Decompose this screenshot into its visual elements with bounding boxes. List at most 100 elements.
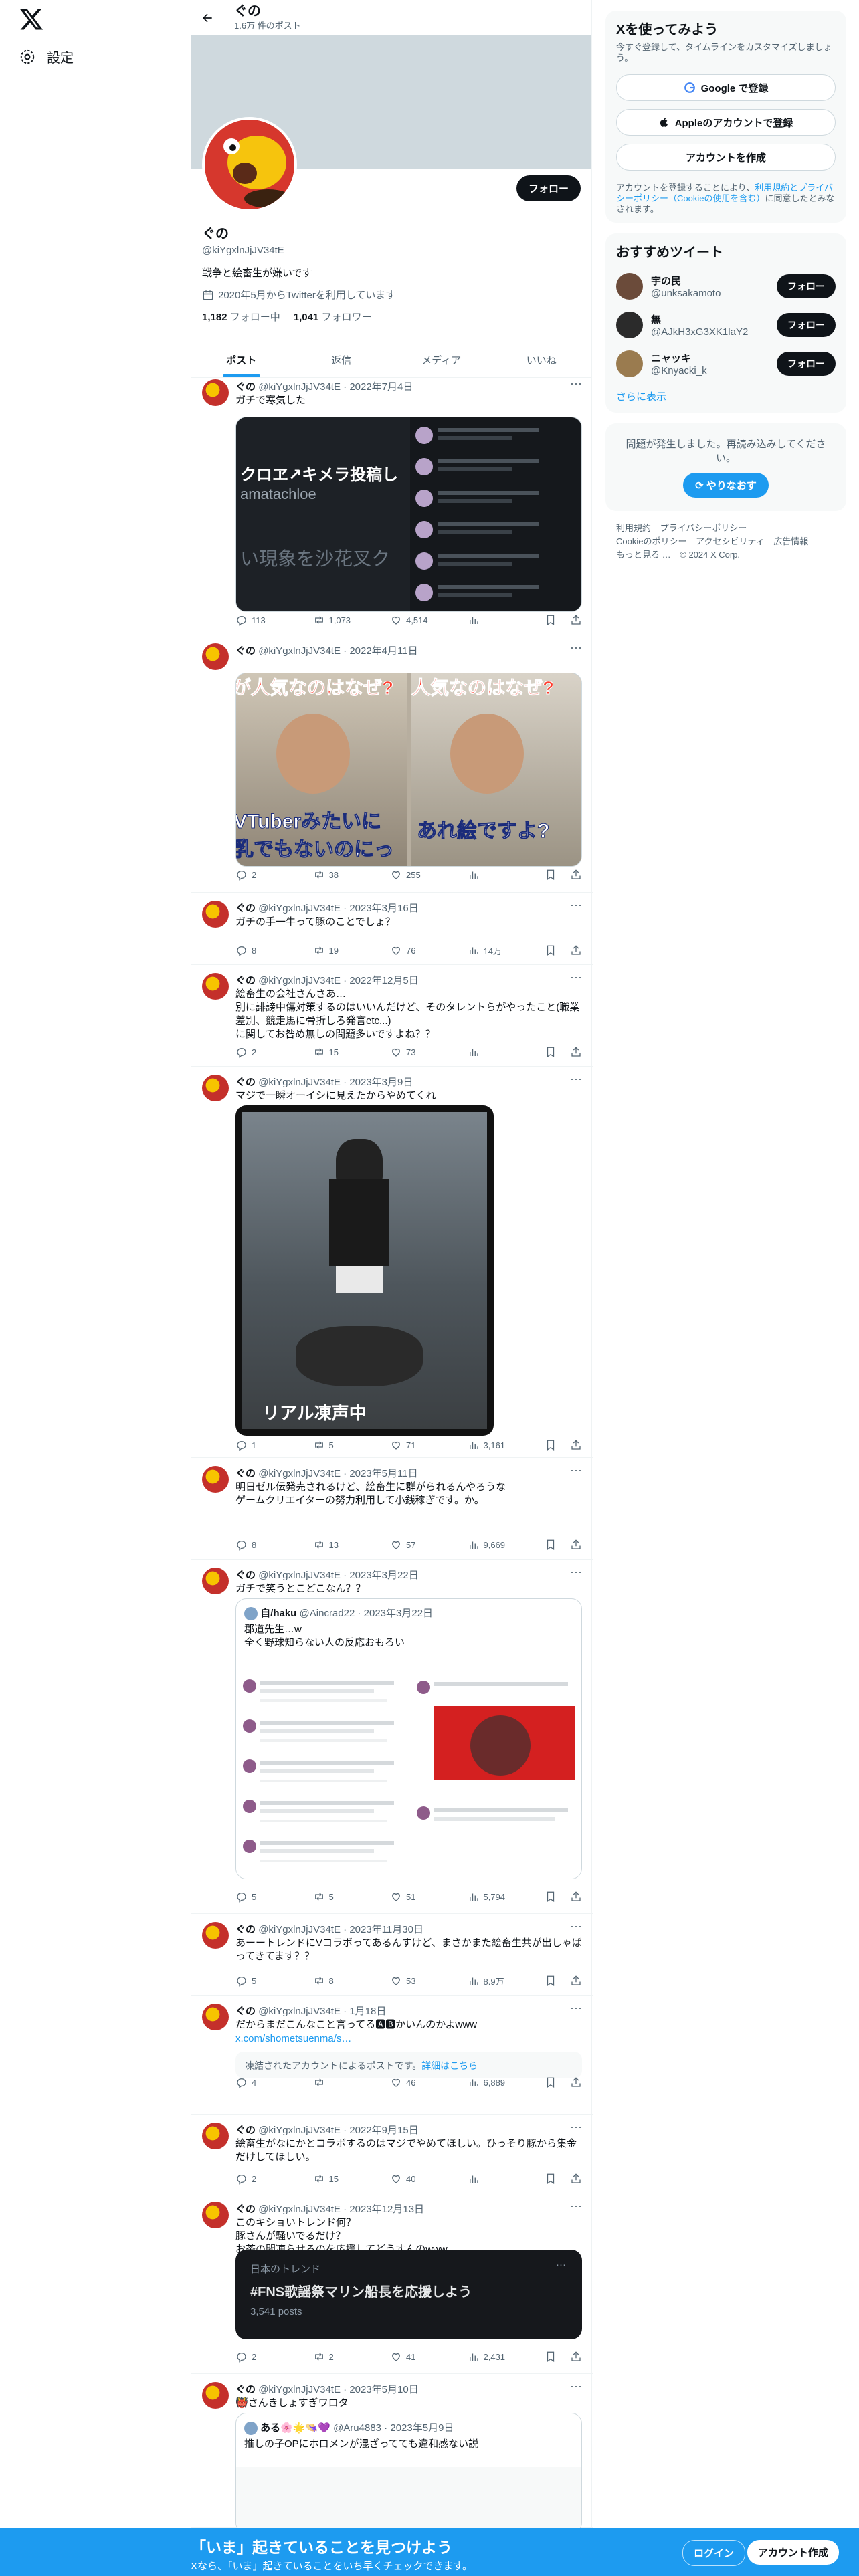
- retweet-button[interactable]: 8: [313, 1975, 391, 1987]
- more-options-icon[interactable]: ···: [570, 641, 582, 655]
- tweet-date[interactable]: 2022年9月15日: [349, 2125, 418, 2136]
- retweet-button[interactable]: 5: [313, 1439, 391, 1451]
- footer-link[interactable]: アクセシビリティ: [696, 536, 765, 546]
- retweet-button[interactable]: 2: [313, 2351, 391, 2363]
- tweet-date[interactable]: 2022年12月5日: [349, 975, 418, 986]
- login-button[interactable]: ログイン: [682, 2540, 746, 2566]
- avatar[interactable]: [202, 1075, 229, 1101]
- avatar[interactable]: [202, 2202, 229, 2228]
- share-icon[interactable]: [570, 1891, 582, 1903]
- more-options-icon[interactable]: ···: [570, 1565, 582, 1579]
- retweet-button[interactable]: 13: [313, 1539, 391, 1551]
- apple-signup-button[interactable]: Appleのアカウントで登録: [616, 109, 836, 136]
- reply-button[interactable]: 113: [235, 614, 313, 626]
- tweet-date[interactable]: 2023年11月30日: [349, 1924, 423, 1935]
- tweet-author-name[interactable]: ぐの: [235, 903, 256, 914]
- tweet-date[interactable]: 2022年4月11日: [349, 645, 417, 657]
- avatar[interactable]: [202, 1466, 229, 1493]
- retweet-button[interactable]: 15: [313, 2173, 391, 2185]
- avatar[interactable]: [202, 2004, 229, 2030]
- tweet[interactable]: ぐの @kiYgxlnJjJV34tE · 2023年3月22日 ··· ガチで笑う…: [191, 1560, 593, 1914]
- tweet[interactable]: ぐの @kiYgxlnJjJV34tE · 2023年5月10日 ··· 👹さんきし…: [191, 2374, 593, 2533]
- tweet-author-handle[interactable]: @kiYgxlnJjJV34tE: [258, 2204, 341, 2215]
- share-icon[interactable]: [570, 2076, 582, 2088]
- tweet-date[interactable]: 1月18日: [349, 2006, 386, 2017]
- more-options-icon[interactable]: ···: [570, 2120, 582, 2134]
- reply-button[interactable]: 1: [235, 1439, 313, 1451]
- tweet[interactable]: ぐの @kiYgxlnJjJV34tE · 2022年4月11日 ··· が人気な…: [191, 635, 593, 893]
- more-options-icon[interactable]: ···: [570, 2379, 582, 2393]
- retry-button[interactable]: ⟳ やりなおす: [683, 473, 769, 498]
- like-button[interactable]: 4,514: [390, 614, 468, 626]
- tweet-author-handle[interactable]: @kiYgxlnJjJV34tE: [258, 1924, 341, 1935]
- share-icon[interactable]: [570, 1975, 582, 1987]
- tweet-author-name[interactable]: ぐの: [235, 2125, 256, 2136]
- footer-link[interactable]: 利用規約: [616, 523, 651, 533]
- x-logo-icon[interactable]: [19, 7, 44, 32]
- footer-link[interactable]: もっと見る …: [616, 550, 671, 560]
- tweet-date[interactable]: 2023年5月10日: [349, 2384, 418, 2395]
- retweet-button[interactable]: 1,073: [313, 614, 391, 626]
- tweet[interactable]: ぐの @kiYgxlnJjJV34tE · 2022年12月5日 ··· 絵畜生の会…: [191, 965, 593, 1067]
- tweet-author-handle[interactable]: @kiYgxlnJjJV34tE: [258, 381, 341, 393]
- like-button[interactable]: 73: [390, 1046, 468, 1058]
- share-icon[interactable]: [570, 2173, 582, 2185]
- tweet-date[interactable]: 2023年3月16日: [349, 903, 418, 914]
- quote-media-image[interactable]: [236, 1673, 409, 1879]
- tweet-author-handle[interactable]: @kiYgxlnJjJV34tE: [258, 645, 341, 657]
- tweet-media-image[interactable]: が人気なのはなぜ? 人気なのはなぜ? VTuberみたいに 乳でもないのにっ あ…: [235, 673, 582, 867]
- bookmark-icon[interactable]: [545, 869, 557, 881]
- tweet-author-name[interactable]: ぐの: [235, 645, 256, 657]
- tweet-author-name[interactable]: ぐの: [235, 2006, 256, 2017]
- tweet-date[interactable]: 2023年12月13日: [349, 2204, 424, 2215]
- tweet[interactable]: ぐの @kiYgxlnJjJV34tE · 1月18日 ··· だからまだこんなこと…: [191, 1996, 593, 2115]
- reply-button[interactable]: 2: [235, 1046, 313, 1058]
- more-options-icon[interactable]: ···: [570, 1919, 582, 1933]
- tweet-author-handle[interactable]: @kiYgxlnJjJV34tE: [258, 903, 341, 914]
- suspended-notice-link[interactable]: 詳細はこちら: [421, 2060, 478, 2071]
- like-button[interactable]: 57: [390, 1539, 468, 1551]
- quote-media-image[interactable]: [410, 1673, 581, 1879]
- reply-button[interactable]: 2: [235, 869, 313, 881]
- google-signup-button[interactable]: Google で登録: [616, 74, 836, 101]
- tweet-author-name[interactable]: ぐの: [235, 975, 256, 986]
- like-button[interactable]: 51: [390, 1891, 468, 1903]
- reply-button[interactable]: 2: [235, 2173, 313, 2185]
- tweet[interactable]: ぐの @kiYgxlnJjJV34tE · 2023年3月16日 ··· ガチの手一…: [191, 893, 593, 965]
- tweet[interactable]: ぐの @kiYgxlnJjJV34tE · 2022年7月4日 ··· ガチで寒気し…: [191, 371, 593, 635]
- create-account-button[interactable]: アカウントを作成: [616, 144, 836, 171]
- follow-button[interactable]: フォロー: [516, 175, 581, 201]
- profile-avatar[interactable]: [202, 117, 297, 212]
- avatar[interactable]: [202, 643, 229, 670]
- footer-link[interactable]: 広告情報: [773, 536, 808, 546]
- more-options-icon[interactable]: ···: [570, 898, 582, 912]
- reply-button[interactable]: 5: [235, 1975, 313, 1987]
- views-button[interactable]: [468, 2173, 545, 2185]
- like-button[interactable]: 40: [390, 2173, 468, 2185]
- like-button[interactable]: 53: [390, 1975, 468, 1987]
- tweet-media-video[interactable]: リアル凍声中: [235, 1105, 494, 1436]
- nav-settings-link[interactable]: 設定: [19, 47, 74, 66]
- tweet-author-handle[interactable]: @kiYgxlnJjJV34tE: [258, 2384, 341, 2395]
- tweet-author-name[interactable]: ぐの: [235, 1077, 256, 1088]
- reply-button[interactable]: 5: [235, 1891, 313, 1903]
- tweet-author-handle[interactable]: @kiYgxlnJjJV34tE: [258, 2006, 341, 2017]
- tweet[interactable]: ぐの @kiYgxlnJjJV34tE · 2022年9月15日 ··· 絵畜生がな…: [191, 2115, 593, 2193]
- retweet-button[interactable]: [313, 2076, 391, 2088]
- more-options-icon[interactable]: ···: [570, 2001, 582, 2015]
- avatar[interactable]: [202, 2123, 229, 2149]
- tweet-author-name[interactable]: ぐの: [235, 1570, 256, 1581]
- avatar[interactable]: [202, 1922, 229, 1949]
- recommended-user[interactable]: 宇の民 @unksakamoto フォロー: [616, 273, 836, 300]
- back-arrow-icon[interactable]: [201, 11, 214, 25]
- rec-follow-button[interactable]: フォロー: [777, 274, 836, 298]
- like-button[interactable]: 46: [390, 2076, 468, 2088]
- avatar[interactable]: [202, 973, 229, 1000]
- tweet[interactable]: ぐの @kiYgxlnJjJV34tE · 2023年3月9日 ··· マジで一瞬オ…: [191, 1067, 593, 1458]
- quoted-tweet[interactable]: ある🌸🌟👒💜 @Aru4883 · 2023年5月9日 推しの子OPにホロメンが…: [235, 2413, 582, 2533]
- views-button[interactable]: 5,794: [468, 1891, 545, 1903]
- views-button[interactable]: 2,431: [468, 2351, 545, 2363]
- tweet-author-name[interactable]: ぐの: [235, 2204, 256, 2215]
- more-options-icon[interactable]: ···: [570, 377, 582, 391]
- reply-button[interactable]: 8: [235, 944, 313, 956]
